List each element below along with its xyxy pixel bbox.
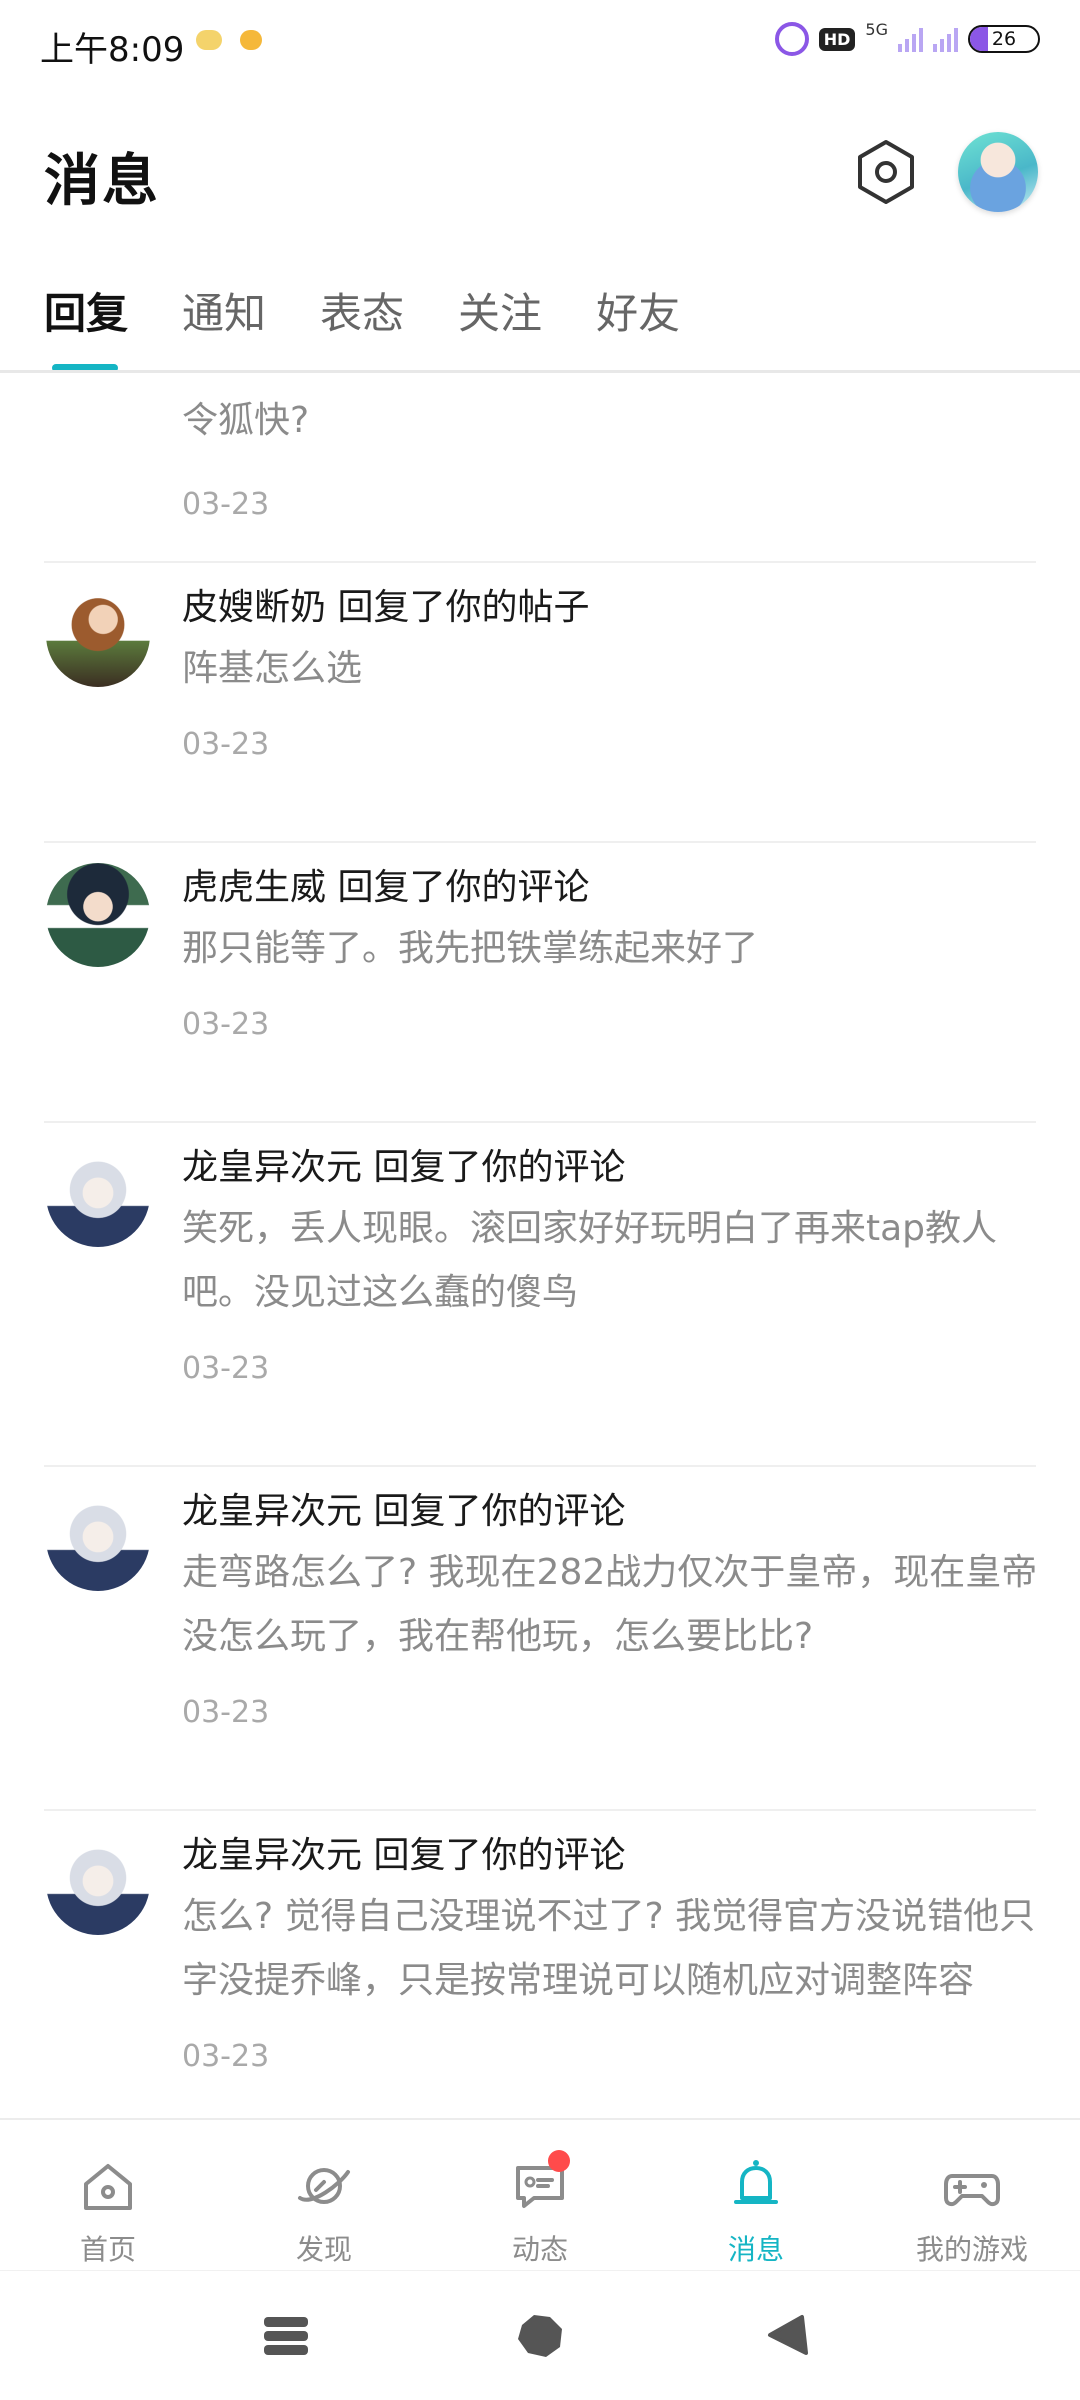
bottom-navigation: 首页 发现 动态 消息 我的游戏 [0,2118,1080,2268]
nav-messages[interactable]: 消息 [648,2120,864,2268]
status-time: 上午8:09 [40,30,185,70]
menu-stack-icon [264,2317,308,2355]
scholar-avatar[interactable] [46,583,150,687]
settings-button[interactable] [850,136,922,208]
message-title: 虎虎生威 回复了你的评论 [182,867,590,908]
message-title: 龙皇异次元 回复了你的评论 [182,1147,626,1188]
message-content: 阵基怎么选 [182,648,363,689]
tab-replies[interactable]: 回复 [44,280,128,341]
message-content: 走弯路怎么了? 我现在282战力仅次于皇帝，现在皇帝没怎么玩了，我在帮他玩，怎么… [182,1552,1038,1657]
message-tabs: 回复 通知 表态 关注 好友 [44,280,680,341]
battery-fill [970,27,988,51]
nav-label: 我的游戏 [915,2233,1028,2266]
hd-icon: HD [818,27,856,51]
message-date: 03-23 [182,487,270,522]
user-avatar[interactable] [958,132,1038,212]
page-title: 消息 [44,149,160,214]
message-content: 笑死，丢人现眼。滚回家好好玩明白了再来tap教人吧。没见过这么蠢的傻鸟 [182,1208,998,1313]
message-date: 03-23 [182,2039,270,2074]
tab-notifications[interactable]: 通知 [182,280,266,341]
nav-label: 首页 [79,2233,136,2266]
fox-avatar[interactable] [46,1143,150,1247]
divider [44,841,1036,843]
recent-apps-button[interactable] [256,2307,316,2363]
tab-reactions[interactable]: 表态 [320,280,404,341]
home-button[interactable] [508,2307,568,2363]
battery-level: 26 [991,28,1017,50]
status-notification-icons [196,30,262,50]
message-title: 龙皇异次元 回复了你的评论 [182,1491,626,1532]
signal-icon-2 [933,26,958,52]
alarm-icon [774,22,809,56]
fox-avatar[interactable] [46,1831,150,1935]
message-title: 龙皇异次元 回复了你的评论 [182,1835,626,1876]
home-blob-icon [518,2315,562,2357]
bell-icon [734,2160,778,2204]
weather-icon [196,30,222,50]
app-notification-icon [240,30,262,50]
message-content: 怎么? 觉得自己没理说不过了? 我觉得官方没说错他只字没提乔峰，只是按常理说可以… [182,1896,1036,2001]
divider [44,1121,1036,1123]
gamepad-icon [944,2174,1000,2207]
message-date: 03-23 [182,727,270,762]
home-icon [84,2164,132,2210]
nav-label: 消息 [727,2233,784,2266]
notification-badge [548,2150,570,2172]
system-navigation-bar [0,2270,1080,2400]
reply-list[interactable]: 令狐快? 03-23 皮嫂断奶 回复了你的帖子 阵基怎么选 03-23 虎虎生威… [0,373,1080,2118]
message-title: 皮嫂断奶 回复了你的帖子 [182,587,590,628]
nav-home[interactable]: 首页 [0,2120,216,2268]
message-date: 03-23 [182,1351,270,1386]
nav-my-games[interactable]: 我的游戏 [864,2120,1080,2268]
list-item-partial[interactable]: 令狐快? 03-23 [182,391,309,522]
message-content: 那只能等了。我先把铁掌练起来好了 [182,928,759,969]
divider [44,1809,1036,1811]
nav-label: 动态 [511,2233,568,2266]
tab-follows[interactable]: 关注 [458,280,542,341]
message-date: 03-23 [182,1007,270,1042]
network-type: 5G [865,19,888,39]
message-content: 令狐快? [182,400,310,441]
nav-discover[interactable]: 发现 [216,2120,432,2268]
hexagon-settings-icon [858,140,914,204]
signal-icon [898,26,923,52]
nav-feed[interactable]: 动态 [432,2120,648,2268]
bard-avatar[interactable] [46,863,150,967]
divider [44,1465,1036,1467]
nav-label: 发现 [295,2233,352,2266]
fox-avatar[interactable] [46,1487,150,1591]
status-right-group: HD 5G 26 [774,19,1040,56]
messages-screen: 上午8:09 HD 5G 26 消息 回复 通知 表态 关注 好友 令狐快? 0… [0,0,1080,2400]
tab-friends[interactable]: 好友 [596,280,680,341]
status-bar: 上午8:09 HD 5G 26 [0,0,1080,92]
back-button[interactable] [760,2307,820,2363]
back-icon [768,2315,808,2355]
planet-icon [298,2168,350,2204]
message-date: 03-23 [182,1695,270,1730]
divider [44,561,1036,563]
battery-icon: 26 [968,25,1040,53]
